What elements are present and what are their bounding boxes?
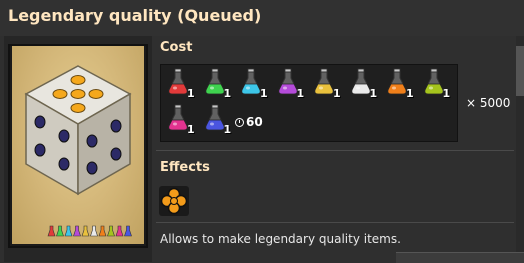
quality-dice-icon (24, 65, 132, 237)
research-time-value: 60 (246, 115, 263, 129)
ingredient-count: 1 (187, 87, 195, 100)
mini-metallurgic-science-pack-icon (98, 225, 107, 237)
mini-chemical-science-pack-icon (64, 225, 73, 237)
ingredient-count: 1 (223, 123, 232, 136)
mini-production-science-pack-icon (73, 225, 81, 237)
ingredient-count: 1 (260, 87, 268, 100)
utility-science-pack-icon[interactable]: 1 (310, 68, 346, 100)
mini-electromagnetic-science-pack-icon (115, 225, 124, 237)
scrollbar-thumb[interactable] (516, 46, 524, 96)
clock-icon (235, 117, 244, 127)
production-science-pack-icon[interactable]: 1 (274, 68, 310, 100)
divider (156, 222, 514, 223)
logistic-science-pack-icon[interactable]: 1 (201, 68, 237, 100)
ingredient-count: 1 (223, 87, 232, 100)
technology-image (12, 46, 144, 244)
ingredient-count: 1 (187, 123, 195, 136)
agricultural-science-pack-icon[interactable]: 1 (420, 68, 456, 100)
mini-automation-science-pack-icon (47, 225, 56, 237)
title-bar: Legendary quality (Queued) (0, 0, 524, 36)
mini-utility-science-pack-icon (81, 225, 90, 237)
cost-heading: Cost (160, 40, 193, 55)
electromagnetic-science-pack-icon[interactable]: 1 (164, 104, 200, 136)
mini-space-science-pack-icon (90, 225, 98, 237)
research-time: 60 (235, 115, 263, 129)
mini-agricultural-science-pack-icon (107, 225, 115, 237)
quality-unlock-icon[interactable] (159, 186, 189, 220)
research-unit-count: × 5000 (466, 96, 511, 110)
ingredient-count: 1 (369, 87, 378, 100)
technology-title: Legendary quality (Queued) (8, 6, 262, 25)
divider (156, 150, 514, 151)
effect-description: Allows to make legendary quality items. (160, 232, 401, 246)
ingredient-count: 1 (442, 87, 451, 100)
space-science-pack-icon[interactable]: 1 (347, 68, 383, 100)
chemical-science-pack-icon[interactable]: 1 (237, 68, 273, 100)
ingredient-count: 1 (406, 87, 414, 100)
bottom-button[interactable] (396, 252, 524, 263)
automation-science-pack-icon[interactable]: 1 (164, 68, 200, 100)
ingredient-count: 1 (296, 87, 305, 100)
mini-cryogenic-science-pack-icon (124, 225, 132, 237)
ingredient-count: 1 (333, 87, 341, 100)
metallurgic-science-pack-icon[interactable]: 1 (383, 68, 419, 100)
mini-logistic-science-pack-icon (56, 225, 64, 237)
cryogenic-science-pack-icon[interactable]: 1 (201, 104, 237, 136)
effects-heading: Effects (160, 160, 210, 175)
